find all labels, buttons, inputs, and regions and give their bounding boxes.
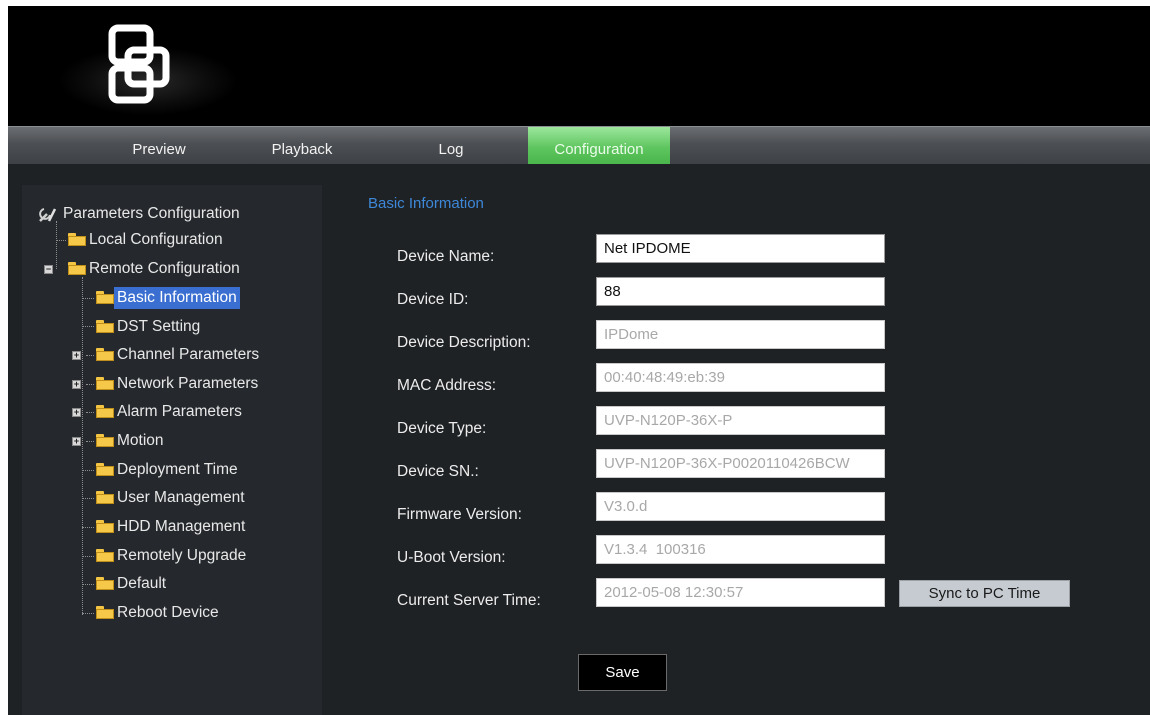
tree-line	[82, 584, 94, 585]
tree-item-remotely-upgrade[interactable]: Remotely Upgrade	[114, 545, 249, 567]
tree-item-remote-configuration[interactable]: Remote Configuration	[86, 258, 243, 280]
device-sn-field	[596, 449, 885, 478]
tree-label: Network Parameters	[117, 375, 259, 392]
current-server-time-field	[596, 578, 885, 607]
tree-item-network-parameters[interactable]: Network Parameters	[114, 373, 261, 395]
tree-item-basic-information[interactable]: Basic Information	[114, 287, 240, 309]
tree-line	[86, 355, 94, 356]
tree-line	[86, 441, 94, 442]
expand-icon[interactable]: +	[72, 437, 81, 446]
tree-item-default[interactable]: Default	[114, 573, 169, 595]
device-name-input[interactable]	[596, 234, 885, 263]
tree-line	[82, 613, 94, 614]
tree-label: Channel Parameters	[117, 346, 260, 363]
main-nav: Preview Playback Log Configuration	[8, 126, 1150, 164]
save-button[interactable]: Save	[578, 654, 667, 691]
folder-icon	[96, 320, 114, 333]
tree-item-reboot-device[interactable]: Reboot Device	[114, 602, 222, 624]
logo-icon	[108, 24, 170, 104]
field-label-mac-address: MAC Address:	[397, 377, 497, 394]
field-label-firmware-version: Firmware Version:	[397, 506, 522, 523]
tree-line	[56, 221, 57, 269]
tools-icon	[39, 208, 57, 222]
folder-icon	[96, 577, 114, 590]
tree-line	[86, 412, 94, 413]
expand-icon[interactable]: +	[72, 380, 81, 389]
header-bar	[8, 6, 1150, 126]
app-window: Preview Playback Log Configuration Param…	[8, 6, 1150, 715]
tree-label: Reboot Device	[117, 604, 219, 621]
tree-label: Motion	[117, 432, 164, 449]
tree-item-hdd-management[interactable]: HDD Management	[114, 516, 248, 538]
tab-configuration[interactable]: Configuration	[528, 127, 670, 164]
expand-icon[interactable]: +	[72, 408, 81, 417]
tree-label: Remotely Upgrade	[117, 547, 247, 564]
field-label-current-server-time: Current Server Time:	[397, 592, 541, 609]
folder-icon	[96, 291, 114, 304]
device-type-field	[596, 406, 885, 435]
field-label-device-type: Device Type:	[397, 420, 487, 437]
tree-label: Deployment Time	[117, 461, 238, 478]
tree-line	[82, 326, 94, 327]
tree-label: Remote Configuration	[89, 260, 240, 277]
tree-item-alarm-parameters[interactable]: Alarm Parameters	[114, 401, 245, 423]
folder-icon	[96, 463, 114, 476]
tree-label: Default	[117, 575, 167, 592]
field-label-device-id: Device ID:	[397, 291, 469, 308]
field-label-device-name: Device Name:	[397, 248, 495, 265]
folder-icon	[96, 520, 114, 533]
collapse-icon[interactable]: −	[44, 265, 53, 274]
tree-label: DST Setting	[117, 318, 201, 335]
tree-item-channel-parameters[interactable]: Channel Parameters	[114, 344, 262, 366]
tab-preview[interactable]: Preview	[104, 127, 214, 164]
folder-icon	[96, 549, 114, 562]
tree-item-deployment-time[interactable]: Deployment Time	[114, 459, 241, 481]
tree-item-local-configuration[interactable]: Local Configuration	[86, 229, 226, 251]
tree-item-motion[interactable]: Motion	[114, 430, 167, 452]
section-title: Basic Information	[368, 195, 484, 212]
device-description-input[interactable]	[596, 320, 885, 349]
folder-icon	[68, 262, 86, 275]
config-tree: Parameters Configuration Local Configura…	[22, 185, 322, 715]
tree-line	[86, 384, 94, 385]
tab-playback[interactable]: Playback	[252, 127, 352, 164]
device-id-input[interactable]	[596, 277, 885, 306]
tree-line	[82, 527, 94, 528]
field-label-device-sn: Device SN.:	[397, 463, 479, 480]
tree-root-parameters-configuration[interactable]: Parameters Configuration	[60, 203, 243, 225]
folder-icon	[96, 606, 114, 619]
folder-icon	[96, 405, 114, 418]
tree-line	[82, 498, 94, 499]
folder-icon	[96, 348, 114, 361]
folder-icon	[96, 434, 114, 447]
firmware-version-field	[596, 492, 885, 521]
sync-to-pc-time-button[interactable]: Sync to PC Time	[899, 580, 1070, 607]
field-label-uboot-version: U-Boot Version:	[397, 549, 506, 566]
tree-item-user-management[interactable]: User Management	[114, 487, 248, 509]
expand-icon[interactable]: +	[72, 351, 81, 360]
tree-label: Local Configuration	[89, 231, 223, 248]
tree-line	[82, 277, 83, 615]
tree-label: Basic Information	[114, 287, 240, 309]
tree-label: Alarm Parameters	[117, 403, 242, 420]
uboot-version-field	[596, 535, 885, 564]
tree-label: HDD Management	[117, 518, 246, 535]
tree-line	[82, 470, 94, 471]
tree-item-dst-setting[interactable]: DST Setting	[114, 316, 203, 338]
folder-icon	[68, 233, 86, 246]
tree-line	[82, 556, 94, 557]
field-label-device-description: Device Description:	[397, 334, 531, 351]
tree-line	[82, 298, 94, 299]
tree-label: Parameters Configuration	[63, 205, 240, 222]
mac-address-field	[596, 363, 885, 392]
folder-icon	[96, 377, 114, 390]
folder-icon	[96, 491, 114, 504]
tree-label: User Management	[117, 489, 245, 506]
tree-line	[56, 240, 66, 241]
tab-log[interactable]: Log	[408, 127, 494, 164]
